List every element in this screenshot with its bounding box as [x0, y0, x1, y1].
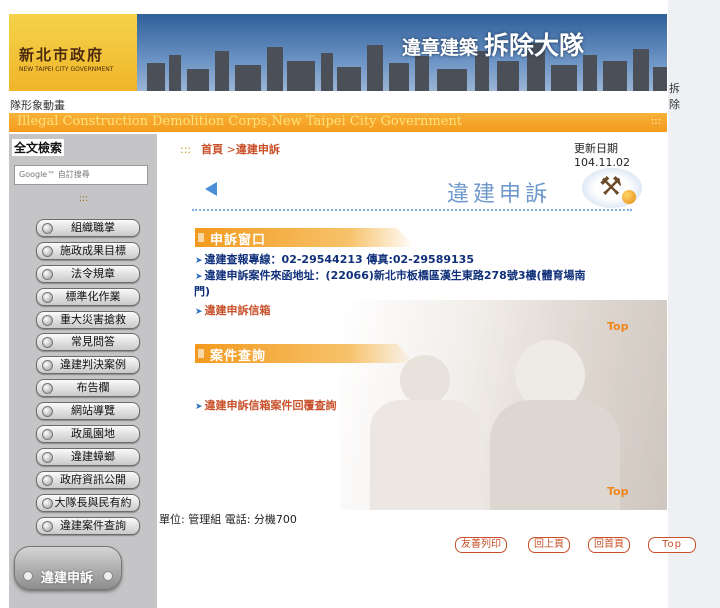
sidebar-item-court-cases[interactable]: 違建判決案例: [36, 356, 140, 375]
arrow-right-icon: ➤: [195, 256, 203, 266]
search-input[interactable]: Google™ 自訂搜尋: [14, 165, 148, 185]
complaint-badge-label: 違建申訴: [41, 571, 94, 586]
banner-title-small: 違章建築: [402, 37, 479, 59]
sidebar-item-policy-results[interactable]: 施政成果目標: [36, 241, 140, 260]
badge-bullet-icon: [23, 571, 33, 581]
menu-bullet-icon: [42, 314, 53, 326]
badge-bullet-icon: [103, 571, 113, 581]
sidebar-item-ethics[interactable]: 政風園地: [36, 425, 140, 444]
menu-bullet-icon: [42, 406, 53, 418]
sidebar-item-organization[interactable]: 組織職掌: [36, 219, 140, 237]
address-text-continued: 門): [194, 285, 211, 298]
breadcrumb-home-link[interactable]: 首頁: [201, 143, 223, 156]
sidebar-item-case-query[interactable]: 違建案件查詢: [36, 516, 140, 535]
home-button[interactable]: 回首頁: [588, 537, 630, 553]
menu-bullet-icon: [42, 429, 53, 441]
unit-contact-text: 單位: 管理組 電話: 分機700: [159, 513, 297, 526]
site-logo-text: 新北市政府: [19, 46, 105, 64]
sidebar-item-bulletin[interactable]: 布告欄: [36, 379, 140, 398]
banner-overflow-text-2: 隊形象動畫: [10, 99, 65, 112]
site-logo-english: NEW TAIPEI CITY GOVERNMENT: [19, 66, 114, 73]
breadcrumb: ::: 首頁 >違建申訴: [180, 141, 280, 157]
menu-bullet-icon: [42, 497, 53, 509]
arrow-right-icon: ➤: [195, 402, 203, 412]
menu-bullet-icon: [42, 451, 53, 463]
complaint-mailbox-link[interactable]: ➤ 違建申訴信箱: [195, 303, 271, 320]
print-button[interactable]: 友善列印: [455, 537, 507, 553]
menu-bullet-icon: [42, 337, 53, 349]
header-divider: [192, 209, 632, 211]
sidebar-item-faq[interactable]: 常見問答: [36, 333, 140, 352]
site-banner[interactable]: 新北市政府 NEW TAIPEI CITY GOVERNMENT 違章建築 拆除大…: [9, 14, 667, 91]
sidebar-item-captain-meeting[interactable]: 大隊長與民有約: [36, 493, 140, 512]
breadcrumb-separator: >: [226, 143, 236, 156]
sidebar-item-gov-info[interactable]: 政府資訊公開: [36, 470, 140, 489]
update-date: 更新日期 104.11.02: [574, 142, 630, 169]
page: 新北市政府 NEW TAIPEI CITY GOVERNMENT 違章建築 拆除大…: [0, 0, 696, 608]
complaint-badge-button[interactable]: 違建申訴: [14, 546, 122, 590]
menu-bullet-icon: [42, 245, 53, 257]
menu-bullet-icon: [42, 383, 53, 395]
banner-title-big: 拆除大隊: [484, 31, 585, 60]
breadcrumb-dots: :::: [180, 143, 192, 156]
address-text: ➤ 違建申訴案件來函地址：(22066)新北市板橋區漢生東路278號3樓(體育場南: [195, 269, 586, 282]
sidebar-item-standard-operations[interactable]: 標準化作業: [36, 287, 140, 306]
banner-overflow-text: 拆除: [669, 82, 680, 111]
section-header-complaint-window: 申訴窗口: [195, 228, 415, 247]
back-to-top-link-2[interactable]: Top: [607, 485, 628, 498]
back-button[interactable]: 回上頁: [528, 537, 570, 553]
menu-bullet-icon: [42, 223, 53, 234]
arrow-right-icon: ➤: [195, 272, 203, 282]
breadcrumb-current: 違建申訴: [235, 143, 280, 156]
search-title: 全文檢索: [12, 139, 65, 156]
sidebar-item-disaster-rescue[interactable]: 重大災害搶救: [36, 310, 140, 329]
menu-bullet-icon: [42, 291, 53, 303]
section-header-case-query: 案件查詢: [195, 344, 415, 363]
sidebar-item-illegal-cockroach[interactable]: 違建蟑螂: [36, 447, 140, 466]
back-to-top-link[interactable]: Top: [607, 320, 628, 333]
hotline-text: ➤ 違建查報專線：02-29544213 傳真:02-29589135: [195, 253, 474, 266]
menu-bullet-icon: [42, 520, 53, 532]
english-title-bar: Illegal Construction Demolition Corps,Ne…: [9, 113, 667, 132]
arrow-right-icon: ➤: [195, 307, 203, 317]
menu-bullet-icon: [42, 268, 53, 280]
sidebar-item-regulations[interactable]: 法令規章: [36, 264, 140, 283]
banner-title: 違章建築 拆除大隊: [402, 26, 584, 62]
menu-bullet-icon: [42, 474, 53, 486]
sidebar: 全文檢索 Google™ 自訂搜尋 ::: 組織職掌 施政成果目標 法令規章 標…: [9, 134, 157, 608]
sidebar-menu: 組織職掌 施政成果目標 法令規章 標準化作業 重大災害搶救 常見問答 違建判決案…: [36, 219, 140, 539]
page-title: 違建申訴: [447, 182, 552, 207]
sidebar-item-sitemap[interactable]: 網站導覽: [36, 402, 140, 421]
case-reply-query-link[interactable]: ➤ 違建申訴信箱案件回覆查詢: [195, 398, 337, 415]
sidebar-dots: :::: [79, 194, 89, 204]
hammer-icon: ⚒: [582, 168, 642, 208]
top-button[interactable]: Top: [648, 537, 696, 553]
bar-dots: :::: [650, 116, 661, 127]
arrow-left-icon: [205, 182, 217, 196]
english-title: Illegal Construction Demolition Corps,Ne…: [17, 114, 463, 129]
page-header: 違建申訴 ⚒: [192, 168, 667, 212]
